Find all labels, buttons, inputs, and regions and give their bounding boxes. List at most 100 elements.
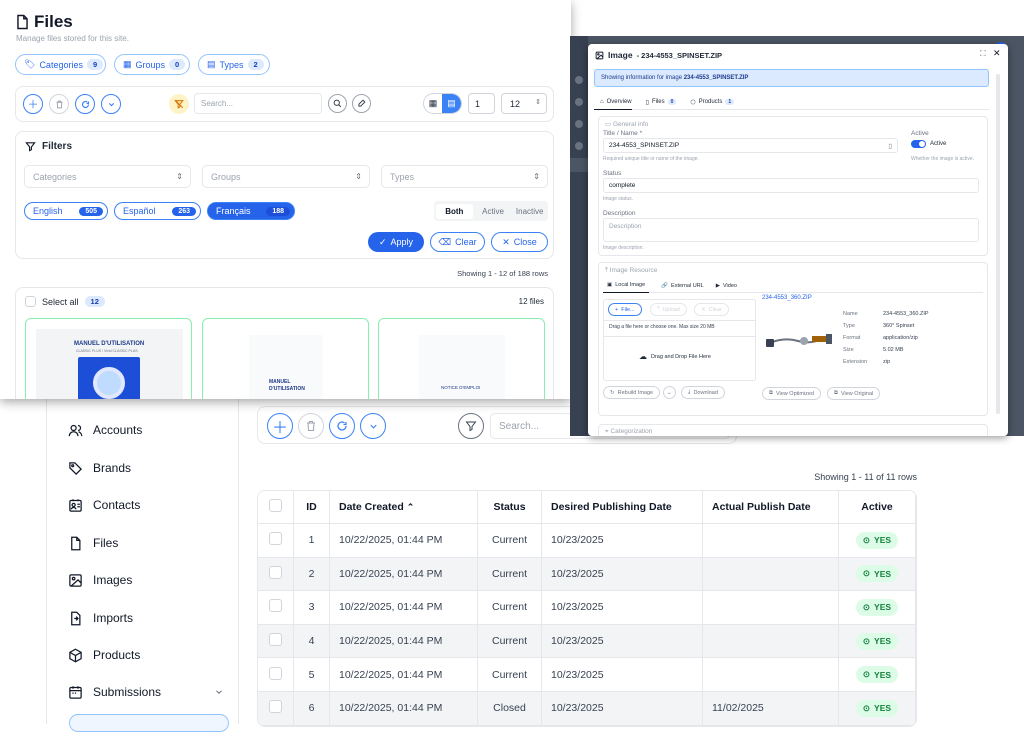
more-button[interactable]: ⌄ bbox=[663, 386, 676, 399]
delete-button[interactable] bbox=[49, 94, 69, 114]
seg-inactive[interactable]: Inactive bbox=[511, 207, 548, 216]
table-row[interactable]: 4 10/22/2025, 01:44 PM Current 10/23/2025 ⊙ Y… bbox=[258, 624, 916, 659]
table-row[interactable]: 3 10/22/2025, 01:44 PM Current 10/23/2025 ⊙ Y… bbox=[258, 591, 916, 625]
row-select-cell[interactable] bbox=[258, 557, 294, 592]
table-row[interactable]: 2 10/22/2025, 01:44 PM Current 10/23/2025 ⊙ Y… bbox=[258, 557, 916, 592]
col-status[interactable]: Status bbox=[478, 491, 542, 524]
row-select-cell[interactable] bbox=[258, 658, 294, 692]
drop-zone[interactable]: ☁ Drag and Drop File Here bbox=[639, 352, 711, 361]
file-card[interactable]: MANUEL D'UTILISATION bbox=[202, 318, 369, 399]
maximize-icon[interactable]: ⛶ bbox=[980, 49, 986, 59]
col-actual-date[interactable]: Actual Publish Date bbox=[703, 491, 839, 524]
clear-button[interactable]: ⌫ Clear bbox=[430, 232, 485, 252]
close-icon[interactable]: ✕ bbox=[993, 48, 1001, 59]
categories-pill[interactable]: 🏷 Categories 9 bbox=[15, 54, 106, 75]
col-date-created[interactable]: Date Created ⌃ bbox=[330, 491, 478, 524]
row-select-cell[interactable] bbox=[258, 524, 294, 558]
apply-button[interactable]: ✓ Apply bbox=[368, 232, 424, 252]
file-card[interactable]: NOTICE D'EMPLOI bbox=[378, 318, 545, 399]
toggle-switch[interactable] bbox=[911, 140, 926, 148]
rebuild-image-button[interactable]: ↻ Rebuild Image bbox=[603, 386, 661, 399]
status-input[interactable]: complete bbox=[603, 178, 979, 193]
types-select[interactable]: Types ⇕ bbox=[381, 165, 548, 188]
grid-view-button[interactable]: ▦ bbox=[424, 94, 442, 113]
add-button[interactable]: ＋ bbox=[267, 413, 293, 439]
delete-button[interactable] bbox=[298, 413, 324, 439]
row-checkbox[interactable] bbox=[269, 565, 282, 579]
sidebar-item-images[interactable]: Images bbox=[67, 572, 132, 588]
download-button[interactable]: ⤓ Download bbox=[681, 386, 725, 399]
expand-button[interactable] bbox=[360, 413, 386, 439]
table-row[interactable]: 5 10/22/2025, 01:44 PM Current 10/23/2025 ⊙ Y… bbox=[258, 658, 916, 692]
select-all-row[interactable]: Select all 12 bbox=[25, 296, 105, 307]
search-input[interactable]: Search... bbox=[194, 93, 322, 114]
table-row[interactable]: 6 10/22/2025, 01:44 PM Closed 10/23/2025 11/… bbox=[258, 691, 916, 726]
description-input[interactable]: Description bbox=[603, 218, 979, 242]
sidebar-item-files[interactable]: Files bbox=[67, 535, 118, 551]
sidebar-active-pill[interactable] bbox=[69, 714, 229, 732]
view-original-button[interactable]: ⧉ View Original bbox=[827, 387, 881, 400]
card-view-button[interactable]: ▤ bbox=[442, 94, 461, 113]
tab-products[interactable]: ⬡ Products 1 bbox=[690, 99, 735, 106]
refresh-button[interactable] bbox=[75, 94, 95, 114]
upload-button[interactable]: ⤒ Upload bbox=[650, 303, 687, 316]
tab-files[interactable]: ▯ Files 0 bbox=[646, 99, 677, 106]
row-checkbox[interactable] bbox=[269, 599, 282, 613]
select-all-cell[interactable] bbox=[258, 491, 294, 524]
sidebar-item-brands[interactable]: Brands bbox=[67, 460, 131, 476]
lang-francais[interactable]: Français 188 bbox=[207, 202, 295, 220]
search-button[interactable] bbox=[328, 94, 347, 113]
sidebar-item-contacts[interactable]: Contacts bbox=[67, 497, 140, 513]
row-checkbox[interactable] bbox=[269, 666, 282, 680]
lang-espanol[interactable]: Español 263 bbox=[114, 202, 201, 220]
groups-pill[interactable]: ▦ Groups 0 bbox=[114, 54, 190, 75]
page-input[interactable]: 1 bbox=[468, 93, 495, 114]
table-row[interactable]: 1 10/22/2025, 01:44 PM Current 10/23/2025 ⊙ Y… bbox=[258, 524, 916, 558]
seg-active[interactable]: Active bbox=[475, 207, 512, 216]
row-checkbox[interactable] bbox=[269, 700, 282, 714]
file-card[interactable]: MANUEL D'UTILISATION CLASSIC PLUS / Vivi… bbox=[25, 318, 192, 399]
active-toggle[interactable]: Active bbox=[911, 140, 946, 148]
view-optimized-button[interactable]: ⧉ View Optimized bbox=[762, 387, 822, 400]
sidebar-item-accounts[interactable]: Accounts bbox=[67, 422, 142, 438]
per-page-select[interactable]: 12 ⇕ bbox=[501, 93, 547, 114]
sidebar-item-submissions[interactable]: Submissions bbox=[67, 684, 227, 700]
row-checkbox[interactable] bbox=[269, 532, 282, 546]
clear-filter-button[interactable] bbox=[169, 94, 189, 114]
chevron-down-icon[interactable] bbox=[211, 684, 227, 700]
refresh-button[interactable] bbox=[329, 413, 355, 439]
row-checkbox[interactable] bbox=[269, 633, 282, 647]
clear-search-button[interactable] bbox=[352, 94, 371, 113]
tab-video[interactable]: ▶ Video bbox=[716, 283, 737, 289]
tab-overview[interactable]: ⌂ Overview bbox=[594, 95, 632, 110]
col-active[interactable]: Active bbox=[839, 491, 916, 524]
file-button[interactable]: + File... bbox=[608, 303, 642, 316]
select-all-checkbox[interactable] bbox=[269, 499, 282, 512]
filter-button[interactable] bbox=[458, 413, 484, 439]
file-link[interactable]: 234-4553_360.ZIP bbox=[762, 295, 812, 301]
select-all-checkbox[interactable] bbox=[25, 296, 36, 307]
status-badge: ⊙ YES bbox=[855, 565, 899, 583]
seg-both[interactable]: Both bbox=[436, 203, 473, 219]
groups-select[interactable]: Groups ⇕ bbox=[202, 165, 370, 188]
add-button[interactable]: ＋ bbox=[23, 94, 43, 114]
row-select-cell[interactable] bbox=[258, 624, 294, 659]
title-input[interactable]: 234-4553_SPINSET.ZIP ▯ bbox=[603, 138, 898, 153]
sidebar-item-products[interactable]: Products bbox=[67, 647, 140, 663]
tab-local-image[interactable]: ▣ Local Image bbox=[603, 279, 650, 293]
types-pill[interactable]: ▤ Types 2 bbox=[198, 54, 270, 75]
clear-upload-button[interactable]: ✕ Clear bbox=[694, 303, 729, 316]
lang-english[interactable]: English 505 bbox=[24, 202, 108, 220]
categories-select[interactable]: Categories ⇕ bbox=[24, 165, 191, 188]
row-select-cell[interactable] bbox=[258, 591, 294, 625]
scrollbar[interactable] bbox=[996, 74, 1000, 414]
col-desired-date[interactable]: Desired Publishing Date bbox=[542, 491, 703, 524]
col-id[interactable]: ID bbox=[294, 491, 330, 524]
copy-icon[interactable]: ▯ bbox=[888, 142, 892, 150]
sidebar-item-imports[interactable]: Imports bbox=[67, 610, 133, 626]
close-button[interactable]: ✕ Close bbox=[491, 232, 548, 252]
expand-button[interactable] bbox=[101, 94, 121, 114]
row-select-cell[interactable] bbox=[258, 691, 294, 726]
heading-label: General info bbox=[612, 121, 649, 128]
tab-external-url[interactable]: 🔗 External URL bbox=[661, 283, 704, 289]
